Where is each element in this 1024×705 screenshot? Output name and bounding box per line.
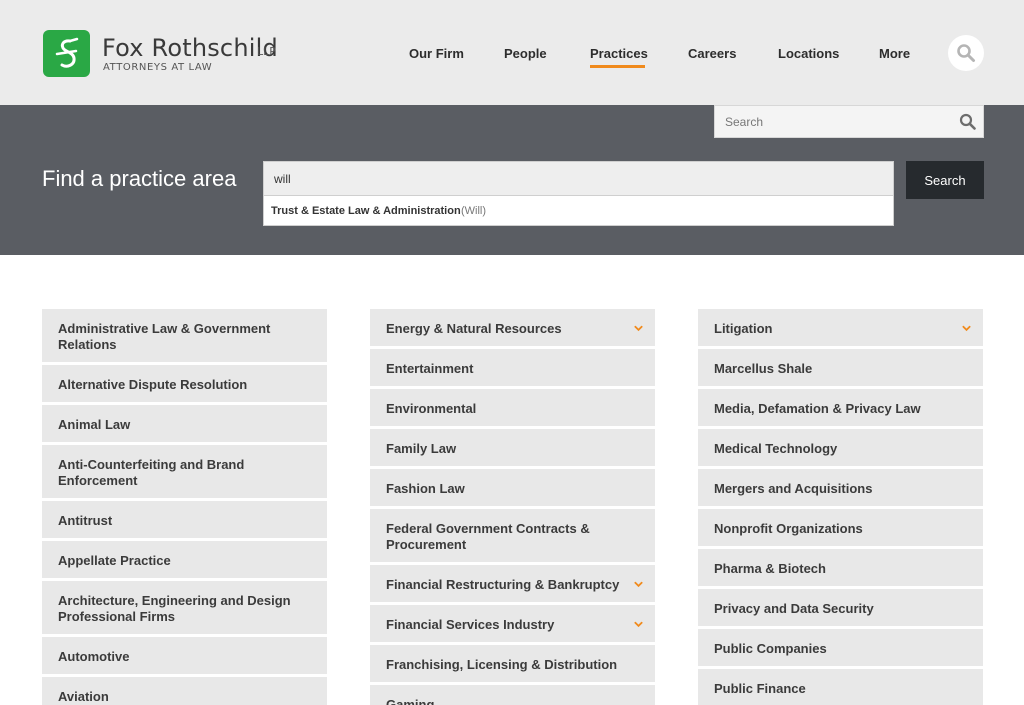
site-search-box: [714, 105, 984, 138]
practice-item-label: Marcellus Shale: [714, 361, 813, 376]
practice-item[interactable]: Energy & Natural Resources: [370, 309, 655, 346]
practice-item[interactable]: Antitrust: [42, 501, 327, 538]
practice-item[interactable]: Alternative Dispute Resolution: [42, 365, 327, 402]
practice-item-label: Public Companies: [714, 641, 827, 656]
search-icon: [957, 44, 975, 62]
practice-item[interactable]: Financial Services Industry: [370, 605, 655, 642]
brand-name[interactable]: Fox Rothschild: [102, 34, 278, 62]
practice-item[interactable]: Federal Government Contracts & Procureme…: [370, 509, 655, 562]
nav-practices[interactable]: Practices: [590, 46, 648, 61]
practice-item[interactable]: Media, Defamation & Privacy Law: [698, 389, 983, 426]
practice-item-label: Litigation: [714, 321, 773, 336]
practice-item[interactable]: Pharma & Biotech: [698, 549, 983, 586]
nav-people[interactable]: People: [504, 46, 547, 61]
practice-item-label: Environmental: [386, 401, 477, 416]
search-icon[interactable]: [959, 113, 977, 131]
practice-item-label: Automotive: [58, 649, 130, 664]
nav-our-firm[interactable]: Our Firm: [409, 46, 464, 61]
site-header: Fox Rothschild LLP ATTORNEYS AT LAW Our …: [0, 0, 1024, 105]
practice-item-label: Financial Restructuring & Bankruptcy: [386, 577, 620, 592]
practice-column-1: Administrative Law & Government Relation…: [42, 309, 327, 705]
practice-item[interactable]: Privacy and Data Security: [698, 589, 983, 626]
suggestion-title: Trust & Estate Law & Administration: [271, 205, 461, 217]
practice-item[interactable]: Entertainment: [370, 349, 655, 386]
practice-item-label: Energy & Natural Resources: [386, 321, 562, 336]
practice-item[interactable]: Automotive: [42, 637, 327, 674]
practice-item[interactable]: Nonprofit Organizations: [698, 509, 983, 546]
finder-title: Find a practice area: [42, 166, 237, 191]
practice-item[interactable]: Animal Law: [42, 405, 327, 442]
practice-item[interactable]: Family Law: [370, 429, 655, 466]
practice-item[interactable]: Anti-Counterfeiting and Brand Enforcemen…: [42, 445, 327, 498]
practice-item[interactable]: Architecture, Engineering and Design Pro…: [42, 581, 327, 634]
chevron-down-icon[interactable]: [962, 324, 971, 333]
practice-item[interactable]: Marcellus Shale: [698, 349, 983, 386]
header-search-button[interactable]: [948, 35, 984, 71]
suggestion-match: (Will): [461, 205, 487, 217]
site-search-input[interactable]: [715, 106, 945, 137]
practice-item[interactable]: Public Finance: [698, 669, 983, 705]
practice-item-label: Appellate Practice: [58, 553, 171, 568]
chevron-down-icon[interactable]: [634, 620, 643, 629]
practice-item-label: Aviation: [58, 689, 109, 704]
nav-locations[interactable]: Locations: [778, 46, 839, 61]
practice-item[interactable]: Aviation: [42, 677, 327, 705]
practice-item-label: Animal Law: [58, 417, 131, 432]
fox-rothschild-logo-icon[interactable]: [43, 30, 90, 77]
practice-item[interactable]: Environmental: [370, 389, 655, 426]
practice-search-button[interactable]: Search: [906, 161, 984, 199]
brand-tagline: ATTORNEYS AT LAW: [103, 62, 213, 73]
practice-item-label: Pharma & Biotech: [714, 561, 826, 576]
practice-item-label: Administrative Law & Government Relation…: [58, 321, 271, 352]
practice-item-label: Public Finance: [714, 681, 806, 696]
practice-item[interactable]: Litigation: [698, 309, 983, 346]
practice-item-label: Architecture, Engineering and Design Pro…: [58, 593, 291, 624]
chevron-down-icon[interactable]: [634, 324, 643, 333]
nav-more[interactable]: More: [879, 46, 910, 61]
practice-item[interactable]: Financial Restructuring & Bankruptcy: [370, 565, 655, 602]
chevron-down-icon[interactable]: [634, 580, 643, 589]
practice-item-label: Franchising, Licensing & Distribution: [386, 657, 618, 672]
practice-item[interactable]: Mergers and Acquisitions: [698, 469, 983, 506]
practice-item-label: Family Law: [386, 441, 457, 456]
nav-active-indicator: [590, 65, 645, 68]
practice-item-label: Privacy and Data Security: [714, 601, 874, 616]
practice-item[interactable]: Appellate Practice: [42, 541, 327, 578]
practice-item-label: Alternative Dispute Resolution: [58, 377, 248, 392]
brand-suffix: LLP: [257, 45, 276, 58]
practice-search-input[interactable]: [263, 161, 894, 196]
practice-item[interactable]: Administrative Law & Government Relation…: [42, 309, 327, 362]
practice-item-label: Media, Defamation & Privacy Law: [714, 401, 921, 416]
practice-item-label: Federal Government Contracts & Procureme…: [386, 521, 590, 552]
practice-item[interactable]: Fashion Law: [370, 469, 655, 506]
nav-careers[interactable]: Careers: [688, 46, 736, 61]
practice-item-label: Antitrust: [58, 513, 113, 528]
practice-item-label: Anti-Counterfeiting and Brand Enforcemen…: [58, 457, 245, 488]
practice-item-label: Gaming: [386, 697, 435, 705]
practice-item-label: Financial Services Industry: [386, 617, 555, 632]
practice-item-label: Entertainment: [386, 361, 474, 376]
practice-column-3: Litigation Marcellus Shale Media, Defamati…: [698, 309, 983, 705]
practice-item-label: Medical Technology: [714, 441, 838, 456]
practice-item[interactable]: Gaming: [370, 685, 655, 705]
autocomplete-suggestion[interactable]: Trust & Estate Law & Administration (Wil…: [263, 196, 894, 226]
practice-item-label: Nonprofit Organizations: [714, 521, 863, 536]
practice-item[interactable]: Franchising, Licensing & Distribution: [370, 645, 655, 682]
practice-item-label: Mergers and Acquisitions: [714, 481, 873, 496]
practice-item[interactable]: Public Companies: [698, 629, 983, 666]
practice-column-2: Energy & Natural Resources Entertainment E…: [370, 309, 655, 705]
practice-item[interactable]: Medical Technology: [698, 429, 983, 466]
practice-item-label: Fashion Law: [386, 481, 465, 496]
